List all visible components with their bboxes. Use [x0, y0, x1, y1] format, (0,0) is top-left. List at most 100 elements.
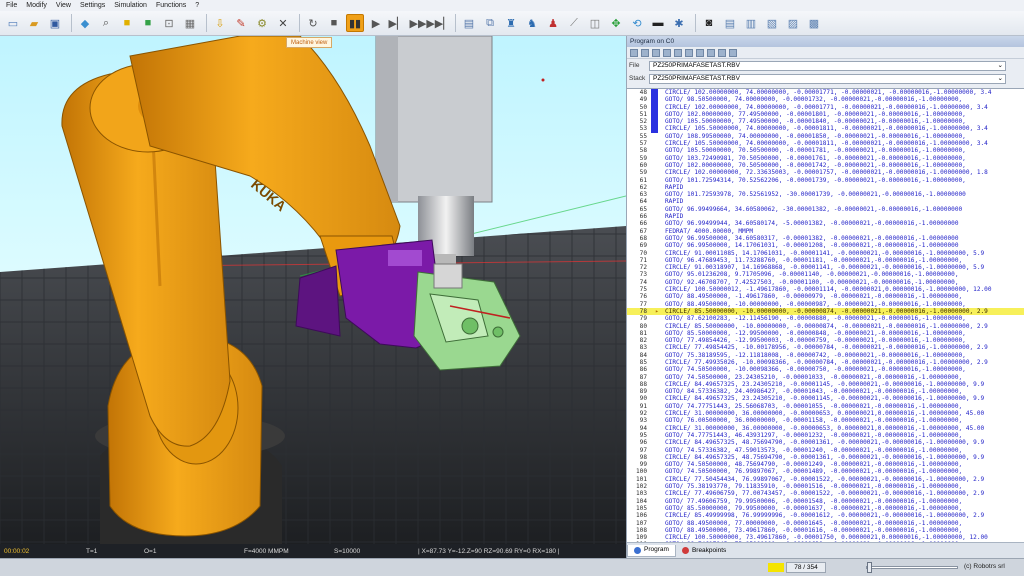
stack-select[interactable]: PZ250PRIMAFASETAST.RBV ⌄ [649, 73, 1006, 84]
code-line[interactable]: 90 CIRCLE/ 84.49657325, 23.24305210, -0.0… [627, 395, 1024, 402]
box-alt-icon[interactable]: ■ [139, 14, 157, 32]
code-line[interactable]: 95 GOTO/ 74.77751443, 46.43931297, -0.000… [627, 432, 1024, 439]
menu-simulation[interactable]: Simulation [114, 2, 147, 9]
code-line[interactable]: 101 CIRCLE/ 77.50454434, 76.99897067, -0.… [627, 476, 1024, 483]
code-line[interactable]: 96 CIRCLE/ 84.49657325, 48.75694790, -0.0… [627, 439, 1024, 446]
rotate-icon[interactable]: ⟲ [628, 14, 646, 32]
doc-edit-icon[interactable]: ▨ [784, 14, 802, 32]
doc-alt-icon[interactable]: ▥ [742, 14, 760, 32]
code-line[interactable]: 52 GOTO/ 105.50000000, 77.49500000, -0.00… [627, 118, 1024, 125]
code-line[interactable]: 66 GOTO/ 96.99499944, 34.60580174, -5.000… [627, 220, 1024, 227]
code-line[interactable]: 83 CIRCLE/ 77.49854425, -10.00178956, -0.… [627, 344, 1024, 351]
copy-icon[interactable]: ⧉ [481, 14, 499, 32]
file-select[interactable]: PZ250PRIMAFASETAST.RBV ⌄ [649, 60, 1006, 71]
code-line[interactable]: 105 GOTO/ 85.50000000, 79.99500000, -0.00… [627, 505, 1024, 512]
code-line[interactable]: 97 GOTO/ 74.57336382, 47.59013573, -0.000… [627, 447, 1024, 454]
code-line[interactable]: 48 CIRCLE/ 102.00000000, 74.00000000, -0.… [627, 89, 1024, 96]
code-line[interactable]: 78 ▸ CIRCLE/ 85.50000000, -10.00000000, -0… [627, 307, 1024, 316]
code-line[interactable]: 84 GOTO/ 75.38189595, -12.11818008, -0.00… [627, 352, 1024, 359]
tab-breakpoints[interactable]: Breakpoints [676, 545, 732, 557]
move-icon[interactable]: ✥ [607, 14, 625, 32]
cut-icon[interactable] [652, 48, 660, 57]
gear-icon[interactable]: ⚙ [253, 14, 271, 32]
camera-icon[interactable]: ✱ [670, 14, 688, 32]
code-line[interactable]: 91 GOTO/ 74.77751443, 25.56068703, -0.000… [627, 403, 1024, 410]
copy-icon[interactable] [663, 48, 671, 57]
code-line[interactable]: 65 GOTO/ 96.99499664, 34.60580062, -30.00… [627, 206, 1024, 213]
paste-icon[interactable] [674, 48, 682, 57]
find-icon[interactable] [685, 48, 693, 57]
code-line[interactable]: 74 GOTO/ 92.46708707, 7.42527503, -0.0000… [627, 279, 1024, 286]
code-line[interactable]: 71 GOTO/ 96.47689453, 11.73288760, -0.000… [627, 257, 1024, 264]
camera-alt-icon[interactable]: ◙ [700, 14, 718, 32]
code-line[interactable]: 93 GOTO/ 76.00500000, 36.00000000, -0.000… [627, 417, 1024, 424]
menu-view[interactable]: View [56, 2, 71, 9]
open-icon[interactable]: ▰ [25, 14, 43, 32]
code-line[interactable]: 109 CIRCLE/ 100.50000000, 73.49617860, -0… [627, 534, 1024, 541]
import-icon[interactable]: ⇩ [211, 14, 229, 32]
menu-functions[interactable]: Functions [156, 2, 186, 9]
code-line[interactable]: 76 GOTO/ 88.49500000, -1.49617860, -0.000… [627, 293, 1024, 300]
code-line[interactable]: 80 CIRCLE/ 85.50000000, -10.00000000, -0.… [627, 323, 1024, 330]
tools-icon[interactable]: ✕ [274, 14, 292, 32]
code-line[interactable]: 92 CIRCLE/ 31.00000000, 36.00000000, -0.0… [627, 410, 1024, 417]
menu-file[interactable]: File [6, 2, 17, 9]
program-code-view[interactable]: 48 CIRCLE/ 102.00000000, 74.00000000, -0.… [627, 88, 1024, 542]
edit-icon[interactable]: ✎ [232, 14, 250, 32]
code-line[interactable]: 75 CIRCLE/ 100.50000012, -1.49617860, -0.… [627, 286, 1024, 293]
code-line[interactable]: 53 CIRCLE/ 105.50000000, 74.00000000, -0.… [627, 125, 1024, 132]
code-line[interactable]: 51 GOTO/ 102.00000000, 77.49500000, -0.00… [627, 111, 1024, 118]
code-line[interactable]: 87 GOTO/ 74.50500000, 23.24305210, -0.000… [627, 374, 1024, 381]
code-line[interactable]: 104 GOTO/ 77.49606759, 79.99500006, -0.00… [627, 498, 1024, 505]
code-line[interactable]: 64 RAPID [627, 198, 1024, 205]
stop-icon[interactable]: ■ [325, 14, 343, 32]
save-file-icon[interactable] [641, 48, 649, 57]
code-line[interactable]: 57 CIRCLE/ 105.50000000, 74.00000000, -0.… [627, 140, 1024, 147]
doc-icon[interactable]: ▤ [721, 14, 739, 32]
code-line[interactable]: 107 GOTO/ 88.49500000, 77.00000000, -0.00… [627, 520, 1024, 527]
code-line[interactable]: 102 GOTO/ 75.38193770, 79.11835910, -0.00… [627, 483, 1024, 490]
code-line[interactable]: 58 GOTO/ 105.50000000, 70.50500000, -0.00… [627, 147, 1024, 154]
config-icon[interactable]: ♞ [523, 14, 541, 32]
code-line[interactable]: 66 RAPID [627, 213, 1024, 220]
code-line[interactable]: 55 GOTO/ 108.99500000, 74.00000000, -0.00… [627, 133, 1024, 140]
fast-forward-icon[interactable]: ▶▶ [409, 14, 427, 32]
menu-settings[interactable]: Settings [80, 2, 105, 9]
code-line[interactable]: 89 GOTO/ 84.57336382, 24.40986427, -0.000… [627, 388, 1024, 395]
code-line[interactable]: 85 CIRCLE/ 77.49935026, -10.00098366, -0.… [627, 359, 1024, 366]
doc-out-icon[interactable]: ▩ [805, 14, 823, 32]
code-line[interactable]: 61 GOTO/ 101.72594314, 70.52562206, -0.00… [627, 177, 1024, 184]
frame-view-icon[interactable]: ◫ [586, 14, 604, 32]
open-file-icon[interactable] [630, 48, 638, 57]
code-line[interactable]: 106 CIRCLE/ 85.49999998, 76.99999996, -0.… [627, 512, 1024, 519]
code-line[interactable]: 88 CIRCLE/ 84.49657325, 23.24305210, -0.0… [627, 381, 1024, 388]
export-icon[interactable]: ▤ [460, 14, 478, 32]
box-icon[interactable]: ■ [118, 14, 136, 32]
code-line[interactable]: 72 CIRCLE/ 91.00318907, 14.16968868, -0.0… [627, 264, 1024, 271]
code-line[interactable]: 63 GOTO/ 101.72593978, 70.52561952, -30.0… [627, 191, 1024, 198]
menu-help[interactable]: ? [195, 2, 199, 9]
code-line[interactable]: 50 CIRCLE/ 102.00000000, 74.00000000, -0.… [627, 104, 1024, 111]
reset-icon[interactable]: ↻ [304, 14, 322, 32]
redo-icon[interactable] [707, 48, 715, 57]
code-line[interactable]: 108 GOTO/ 88.49500000, 73.49617860, -0.00… [627, 527, 1024, 534]
user-icon[interactable]: ♟ [544, 14, 562, 32]
progress-slider-thumb[interactable] [867, 562, 872, 573]
new-icon[interactable]: ▭ [4, 14, 22, 32]
indent-icon[interactable] [718, 48, 726, 57]
code-line[interactable]: 103 CIRCLE/ 77.49606759, 77.00743457, -0.… [627, 490, 1024, 497]
axis-icon[interactable]: ⟋ [565, 14, 583, 32]
code-line[interactable]: 60 GOTO/ 102.00000000, 70.50500000, -0.00… [627, 162, 1024, 169]
step-icon[interactable]: ▶ [367, 14, 385, 32]
code-line[interactable]: 94 CIRCLE/ 31.00000000, 36.00000000, -0.0… [627, 425, 1024, 432]
menu-modify[interactable]: Modify [26, 2, 47, 9]
save-icon[interactable]: ▣ [46, 14, 64, 32]
tab-program[interactable]: Program [627, 544, 676, 557]
code-line[interactable]: 62 RAPID [627, 184, 1024, 191]
code-line[interactable]: 49 GOTO/ 98.50500000, 74.00000000, -0.000… [627, 96, 1024, 103]
doc-list-icon[interactable]: ▧ [763, 14, 781, 32]
machine-view-icon[interactable]: ▮▮ [346, 14, 364, 32]
code-line[interactable]: 73 GOTO/ 95.01236208, 9.71705096, -0.0000… [627, 271, 1024, 278]
code-line[interactable]: 79 GOTO/ 87.62100283, -12.11456190, -0.00… [627, 315, 1024, 322]
code-line[interactable]: 86 GOTO/ 74.50500000, -10.00098366, -0.00… [627, 366, 1024, 373]
